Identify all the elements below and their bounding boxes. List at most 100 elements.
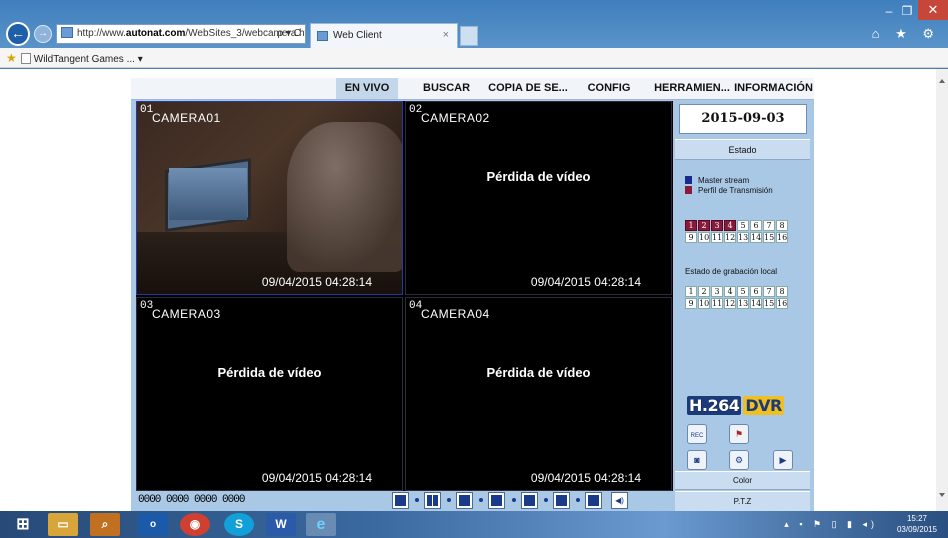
channel-cell: 6 [750, 286, 762, 297]
mute-alarm-icon[interactable]: ⚑ [729, 424, 749, 444]
close-window-button[interactable]: ✕ [918, 0, 948, 20]
minimize-button[interactable]: – [882, 4, 896, 18]
browser-titlebar: ← → http://www.autonat.com/WebSites_3/we… [0, 0, 948, 48]
channel-cell: 1 [685, 286, 697, 297]
layout-9-button[interactable] [521, 492, 538, 509]
channel-cell: 5 [737, 286, 749, 297]
tab-favicon-icon [317, 31, 328, 41]
layout-dropdown-icon[interactable] [415, 498, 419, 502]
favorites-dropdown-icon[interactable]: ▾ [138, 54, 143, 65]
menu-en-vivo[interactable]: EN VIVO [336, 78, 398, 99]
camera-scene-screen [169, 168, 247, 220]
layout-dropdown-icon[interactable] [447, 498, 451, 502]
menu-buscar[interactable]: BUSCAR [423, 78, 470, 99]
channel-row: 12345678 [685, 220, 803, 232]
channel-cell: 11 [711, 232, 723, 243]
layout-6-button[interactable] [456, 492, 473, 509]
back-button[interactable]: ← [6, 22, 30, 46]
new-tab-button[interactable] [460, 26, 478, 46]
camera-view-2[interactable]: 02 CAMERA02 Pérdida de vídeo 09/04/2015 … [405, 101, 672, 295]
channel-cell: 16 [776, 232, 788, 243]
layout-8-button[interactable] [488, 492, 505, 509]
channel-cell: 10 [698, 298, 710, 309]
address-bar[interactable]: http://www.autonat.com/WebSites_3/webcam… [56, 24, 306, 44]
main-menu: EN VIVO BUSCAR COPIA DE SE... CONFIG HER… [131, 78, 814, 100]
layout-2x2-button[interactable] [424, 492, 441, 509]
status-sidebar: 2015-09-03 23:28:13 Estado Master stream… [675, 101, 810, 511]
estado-button[interactable]: Estado [675, 139, 810, 160]
legend-perfil-label: Perfil de Transmisión [698, 186, 773, 195]
camera-name: CAMERA02 [421, 111, 490, 125]
favorites-star-icon[interactable]: ★ [6, 51, 17, 65]
layout-1x1-button[interactable] [392, 492, 409, 509]
tab-title: Web Client [333, 30, 382, 41]
camera-view-3[interactable]: 03 CAMERA03 Pérdida de vídeo 09/04/2015 … [136, 297, 403, 491]
layout-13-button[interactable] [553, 492, 570, 509]
camera-name: CAMERA04 [421, 307, 490, 321]
channel-cell: 8 [776, 286, 788, 297]
layout-8-icon [491, 495, 502, 506]
channel-cell: 7 [763, 286, 775, 297]
camera-scene-person [287, 122, 402, 272]
channel-cell: 1 [685, 220, 697, 231]
chrome-icon[interactable]: ◉ [180, 513, 210, 536]
stream-channel-grid: 1 2 3 4 5 6 7 8 9 10 11 12 13 14 15 16 [685, 220, 803, 244]
layout-dropdown-icon[interactable] [576, 498, 580, 502]
internet-explorer-icon[interactable]: e [306, 513, 336, 536]
channel-cell: 3 [711, 220, 723, 231]
taskbar-date: 03/09/2015 [896, 525, 938, 534]
layout-dropdown-icon[interactable] [544, 498, 548, 502]
search-icon[interactable]: ⌕ [90, 513, 120, 536]
layout-dropdown-icon[interactable] [512, 498, 516, 502]
file-explorer-icon[interactable]: ▭ [48, 513, 78, 536]
layout-4-icon [427, 495, 438, 506]
camera-view-4[interactable]: 04 CAMERA04 Pérdida de vídeo 09/04/2015 … [405, 297, 672, 491]
channel-cell: 13 [737, 298, 749, 309]
camera-grid: 01 CAMERA01 09/04/2015 04:28:14 02 CAMER… [136, 101, 673, 491]
channel-cell: 15 [763, 232, 775, 243]
camera-timestamp: 09/04/2015 04:28:14 [530, 275, 641, 289]
taskbar-clock[interactable]: 15:27 03/09/2015 [892, 513, 942, 535]
channel-cell: 9 [685, 298, 697, 309]
maximize-button[interactable]: ❐ [900, 4, 914, 18]
forward-button[interactable]: → [34, 25, 52, 43]
layout-16-button[interactable] [585, 492, 602, 509]
snapshot-camera-icon[interactable]: ◙ [687, 450, 707, 470]
channel-cell: 9 [685, 232, 697, 243]
camera-timestamp: 09/04/2015 04:28:14 [261, 471, 372, 485]
menu-config[interactable]: CONFIG [583, 78, 635, 99]
layout-dropdown-icon[interactable] [479, 498, 483, 502]
home-favorites-settings-icon[interactable]: ⌂ ★ ⚙ [872, 26, 940, 42]
record-settings-icon[interactable]: ⚙ [729, 450, 749, 470]
channel-row: 12345678 [685, 286, 803, 298]
system-tray-icon[interactable]: ▴ ▪ ⚑ ▯ ▮ ◂) [784, 519, 878, 530]
scroll-down-icon[interactable] [939, 493, 945, 497]
record-button[interactable]: REC [687, 424, 707, 444]
favorites-item-wildtangent[interactable]: WildTangent Games ... [34, 54, 135, 65]
layout-13-icon [556, 495, 567, 506]
word-icon[interactable]: W [266, 513, 296, 536]
menu-informacion[interactable]: INFORMACIÓN [733, 78, 814, 99]
menu-herramientas[interactable]: HERRAMIEN... [647, 78, 737, 99]
camera-timestamp: 09/04/2015 04:28:14 [530, 471, 641, 485]
scroll-up-icon[interactable] [939, 79, 945, 83]
master-stream-swatch [685, 176, 692, 184]
tab-close-icon[interactable]: × [443, 24, 449, 47]
camera-view-1[interactable]: 01 CAMERA01 09/04/2015 04:28:14 [136, 101, 403, 295]
layout-16-icon [588, 495, 599, 506]
start-button[interactable]: ⊞ [8, 513, 38, 536]
layout-1-icon [395, 495, 406, 506]
audio-button[interactable]: ◀) [611, 492, 628, 509]
color-button[interactable]: Color [675, 471, 810, 490]
play-icon[interactable]: ▶ [773, 450, 793, 470]
page-scrollbar[interactable] [936, 69, 948, 511]
skype-icon[interactable]: S [224, 513, 254, 536]
outlook-icon[interactable]: o [138, 513, 168, 536]
ptz-button[interactable]: P.T.Z [675, 491, 810, 511]
channel-status-dots: 0000 0000 0000 0000 [138, 494, 245, 506]
tab-web-client[interactable]: Web Client × [310, 23, 458, 48]
page-icon [20, 53, 31, 64]
address-actions-icon[interactable]: ρ ▾ C [278, 25, 302, 43]
menu-copia-de-seguridad[interactable]: COPIA DE SE... [487, 78, 569, 99]
legend-master-stream: Master stream [685, 176, 749, 185]
